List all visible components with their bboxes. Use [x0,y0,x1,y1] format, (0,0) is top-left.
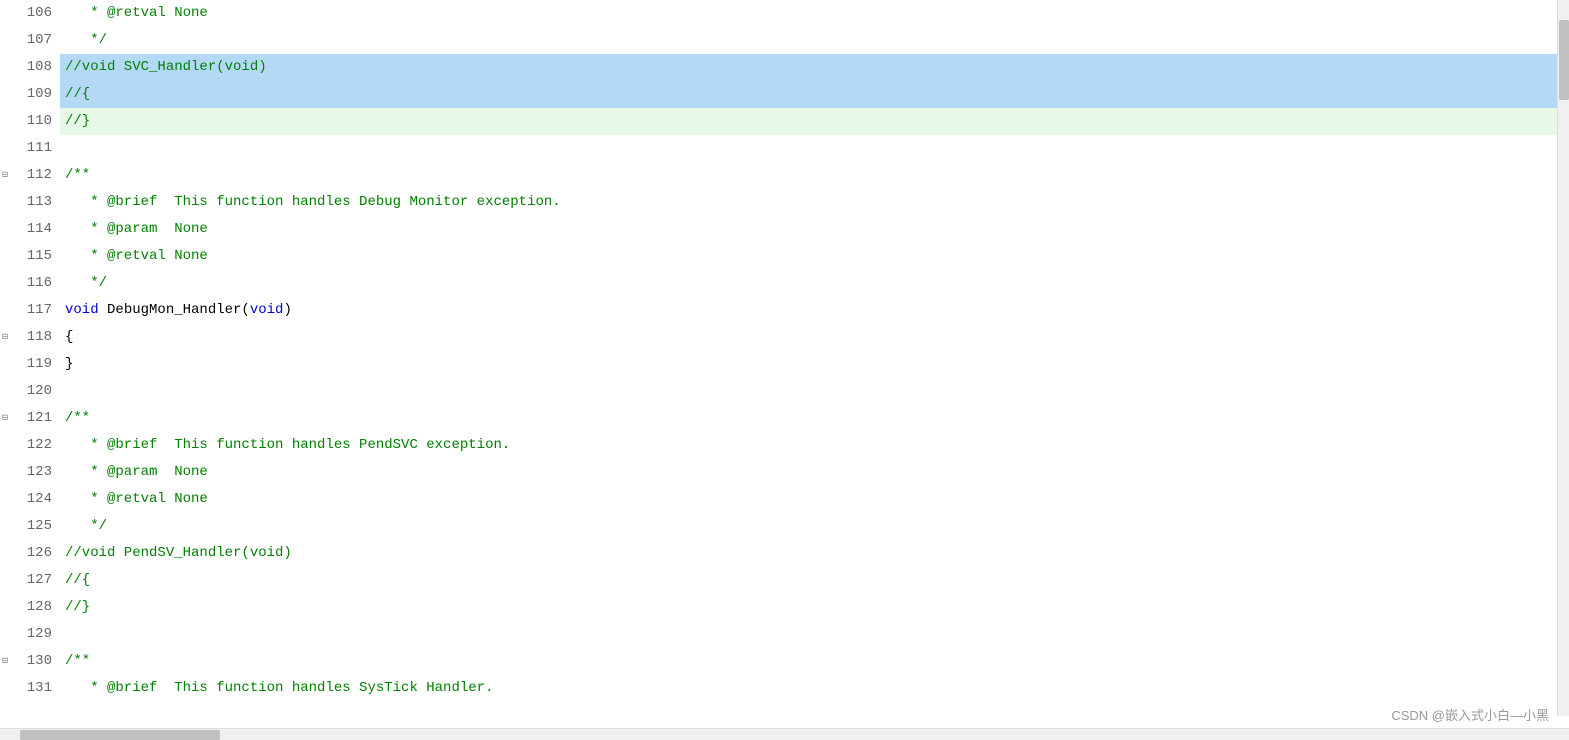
line-number: 106 [0,0,60,27]
code-line [60,135,1569,162]
line-numbers-column: 106107108109110111⊟112113114115116117⊟11… [0,0,60,728]
code-line: */ [60,27,1569,54]
line-number: 114 [0,216,60,243]
code-line: //{ [60,81,1569,108]
code-line: /** [60,162,1569,189]
code-line: * @param None [60,216,1569,243]
line-number: 113 [0,189,60,216]
line-number: 129 [0,621,60,648]
code-line: * @retval None [60,486,1569,513]
vertical-scrollbar[interactable] [1557,0,1569,716]
code-line: } [60,351,1569,378]
code-line [60,378,1569,405]
code-line: * @brief This function handles Debug Mon… [60,189,1569,216]
line-number: 116 [0,270,60,297]
line-number: 125 [0,513,60,540]
line-number: 120 [0,378,60,405]
line-number: 119 [0,351,60,378]
line-number: 131 [0,675,60,702]
code-line [60,621,1569,648]
code-line: * @brief This function handles PendSVC e… [60,432,1569,459]
line-number: 117 [0,297,60,324]
scrollbar-thumb-vertical[interactable] [1559,20,1569,100]
code-line: void DebugMon_Handler(void) [60,297,1569,324]
line-number: 107 [0,27,60,54]
code-line: //{ [60,567,1569,594]
code-line: /** [60,405,1569,432]
editor-container: 106107108109110111⊟112113114115116117⊟11… [0,0,1569,740]
code-line: //} [60,594,1569,621]
line-number: 123 [0,459,60,486]
line-number: 124 [0,486,60,513]
code-line: */ [60,513,1569,540]
code-line: //void PendSV_Handler(void) [60,540,1569,567]
code-line: * @brief This function handles SysTick H… [60,675,1569,702]
code-line: * @retval None [60,243,1569,270]
code-content[interactable]: * @retval None *///void SVC_Handler(void… [60,0,1569,728]
code-line: /** [60,648,1569,675]
line-number: 111 [0,135,60,162]
line-number: ⊟130 [0,648,60,675]
horizontal-scrollbar[interactable] [0,728,1569,740]
code-line: * @param None [60,459,1569,486]
line-number: 115 [0,243,60,270]
line-number: ⊟121 [0,405,60,432]
code-line: * @retval None [60,0,1569,27]
line-number: 122 [0,432,60,459]
code-line: //} [60,108,1569,135]
code-line: //void SVC_Handler(void) [60,54,1569,81]
line-number: 126 [0,540,60,567]
code-line: { [60,324,1569,351]
line-number: ⊟112 [0,162,60,189]
line-number: 128 [0,594,60,621]
line-number: ⊟118 [0,324,60,351]
scrollbar-thumb-horizontal[interactable] [20,730,220,740]
watermark: CSDN @嵌入式小白—小黑 [1391,705,1549,724]
code-line: */ [60,270,1569,297]
line-number: 109 [0,81,60,108]
line-number: 110 [0,108,60,135]
line-number: 108 [0,54,60,81]
line-number: 127 [0,567,60,594]
code-area: 106107108109110111⊟112113114115116117⊟11… [0,0,1569,728]
